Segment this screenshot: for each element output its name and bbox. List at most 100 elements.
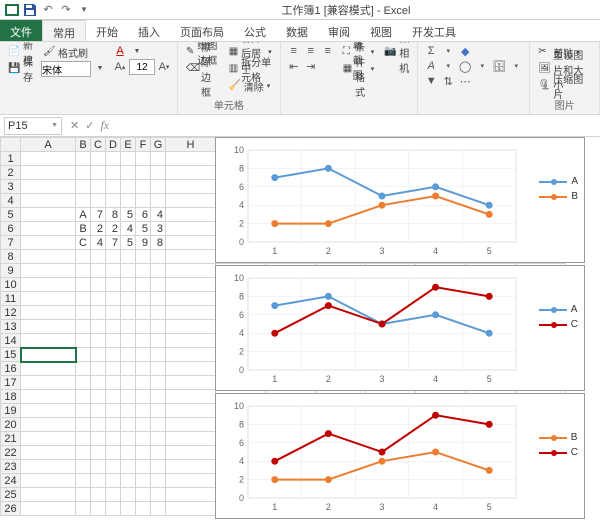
font-color-icon[interactable]: A [113, 44, 127, 58]
cell-B10[interactable] [76, 278, 91, 292]
cell-B8[interactable] [76, 250, 91, 264]
cell-A12[interactable] [21, 306, 76, 320]
cell-E14[interactable] [121, 334, 136, 348]
cell-G6[interactable]: 3 [151, 222, 166, 236]
tab-file[interactable]: 文件 [0, 20, 42, 41]
cell-D9[interactable] [106, 264, 121, 278]
cell-F9[interactable] [136, 264, 151, 278]
cell-B20[interactable] [76, 418, 91, 432]
align-left-icon[interactable]: ≡ [287, 44, 301, 58]
cell-H2[interactable] [166, 166, 216, 180]
cell-B17[interactable] [76, 376, 91, 390]
cell-B26[interactable] [76, 502, 91, 516]
shape-dropdown-icon[interactable]: ▾ [475, 59, 489, 73]
cell-H12[interactable] [166, 306, 216, 320]
chart-2[interactable]: 024681012345AC [215, 265, 585, 391]
cell-G12[interactable] [151, 306, 166, 320]
db-icon[interactable]: 🗄 [492, 59, 506, 73]
col-header-A[interactable]: A [21, 138, 76, 152]
cell-D22[interactable] [106, 446, 121, 460]
fx-icon[interactable]: fx [100, 118, 109, 133]
cell-C1[interactable] [91, 152, 106, 166]
sort-icon[interactable]: ⇅ [441, 74, 455, 88]
row-header-14[interactable]: 14 [1, 334, 21, 348]
row-header-8[interactable]: 8 [1, 250, 21, 264]
cell-E8[interactable] [121, 250, 136, 264]
cell-D15[interactable] [106, 348, 121, 362]
more-icon[interactable]: ⋯ [458, 74, 472, 88]
cell-G1[interactable] [151, 152, 166, 166]
font-name-select[interactable] [41, 61, 91, 77]
col-header-H[interactable]: H [166, 138, 216, 152]
font-color-dropdown-icon[interactable]: ▼ [130, 44, 144, 58]
row-header-16[interactable]: 16 [1, 362, 21, 376]
cell-H6[interactable] [166, 222, 216, 236]
cell-H22[interactable] [166, 446, 216, 460]
cell-A17[interactable] [21, 376, 76, 390]
cell-F7[interactable]: 9 [136, 236, 151, 250]
cell-C19[interactable] [91, 404, 106, 418]
row-header-22[interactable]: 22 [1, 446, 21, 460]
cell-D16[interactable] [106, 362, 121, 376]
cell-A15[interactable] [21, 348, 76, 362]
chart-1[interactable]: 024681012345AB [215, 137, 585, 263]
cell-C17[interactable] [91, 376, 106, 390]
cell-H18[interactable] [166, 390, 216, 404]
enter-icon[interactable]: ✓ [85, 119, 94, 132]
cell-D19[interactable] [106, 404, 121, 418]
row-header-18[interactable]: 18 [1, 390, 21, 404]
formula-input[interactable] [117, 117, 600, 135]
cell-C24[interactable] [91, 474, 106, 488]
cell-G5[interactable]: 4 [151, 208, 166, 222]
cell-H21[interactable] [166, 432, 216, 446]
tab-dev[interactable]: 开发工具 [402, 20, 466, 41]
cell-C5[interactable]: 7 [91, 208, 106, 222]
font-a-icon[interactable]: A [424, 59, 438, 73]
cell-B21[interactable] [76, 432, 91, 446]
cell-C23[interactable] [91, 460, 106, 474]
cell-G24[interactable] [151, 474, 166, 488]
cell-A9[interactable] [21, 264, 76, 278]
cell-G21[interactable] [151, 432, 166, 446]
cell-B7[interactable]: C [76, 236, 91, 250]
row-header-11[interactable]: 11 [1, 292, 21, 306]
cell-E15[interactable] [121, 348, 136, 362]
cell-D26[interactable] [106, 502, 121, 516]
font-size-select[interactable] [129, 59, 155, 75]
cell-F6[interactable]: 5 [136, 222, 151, 236]
row-header-17[interactable]: 17 [1, 376, 21, 390]
cell-D2[interactable] [106, 166, 121, 180]
cell-A16[interactable] [21, 362, 76, 376]
cell-B3[interactable] [76, 180, 91, 194]
split-cells-button[interactable]: ▥拆分单元格 [227, 61, 274, 77]
cell-F21[interactable] [136, 432, 151, 446]
align-center-icon[interactable]: ≡ [304, 44, 318, 58]
cell-C14[interactable] [91, 334, 106, 348]
cell-E17[interactable] [121, 376, 136, 390]
cell-F24[interactable] [136, 474, 151, 488]
cell-B5[interactable]: A [76, 208, 91, 222]
cell-F20[interactable] [136, 418, 151, 432]
cell-H9[interactable] [166, 264, 216, 278]
cell-F1[interactable] [136, 152, 151, 166]
cell-B11[interactable] [76, 292, 91, 306]
cell-D25[interactable] [106, 488, 121, 502]
cell-H14[interactable] [166, 334, 216, 348]
cell-G20[interactable] [151, 418, 166, 432]
cell-A11[interactable] [21, 292, 76, 306]
cell-E12[interactable] [121, 306, 136, 320]
cell-D18[interactable] [106, 390, 121, 404]
cell-D1[interactable] [106, 152, 121, 166]
row-header-9[interactable]: 9 [1, 264, 21, 278]
cell-E1[interactable] [121, 152, 136, 166]
row-header-25[interactable]: 25 [1, 488, 21, 502]
grow-font-icon[interactable]: A▴ [113, 60, 127, 74]
cell-B9[interactable] [76, 264, 91, 278]
cell-F15[interactable] [136, 348, 151, 362]
col-header-G[interactable]: G [151, 138, 166, 152]
cell-G18[interactable] [151, 390, 166, 404]
cell-C21[interactable] [91, 432, 106, 446]
cell-C18[interactable] [91, 390, 106, 404]
cell-D23[interactable] [106, 460, 121, 474]
cell-E7[interactable]: 5 [121, 236, 136, 250]
